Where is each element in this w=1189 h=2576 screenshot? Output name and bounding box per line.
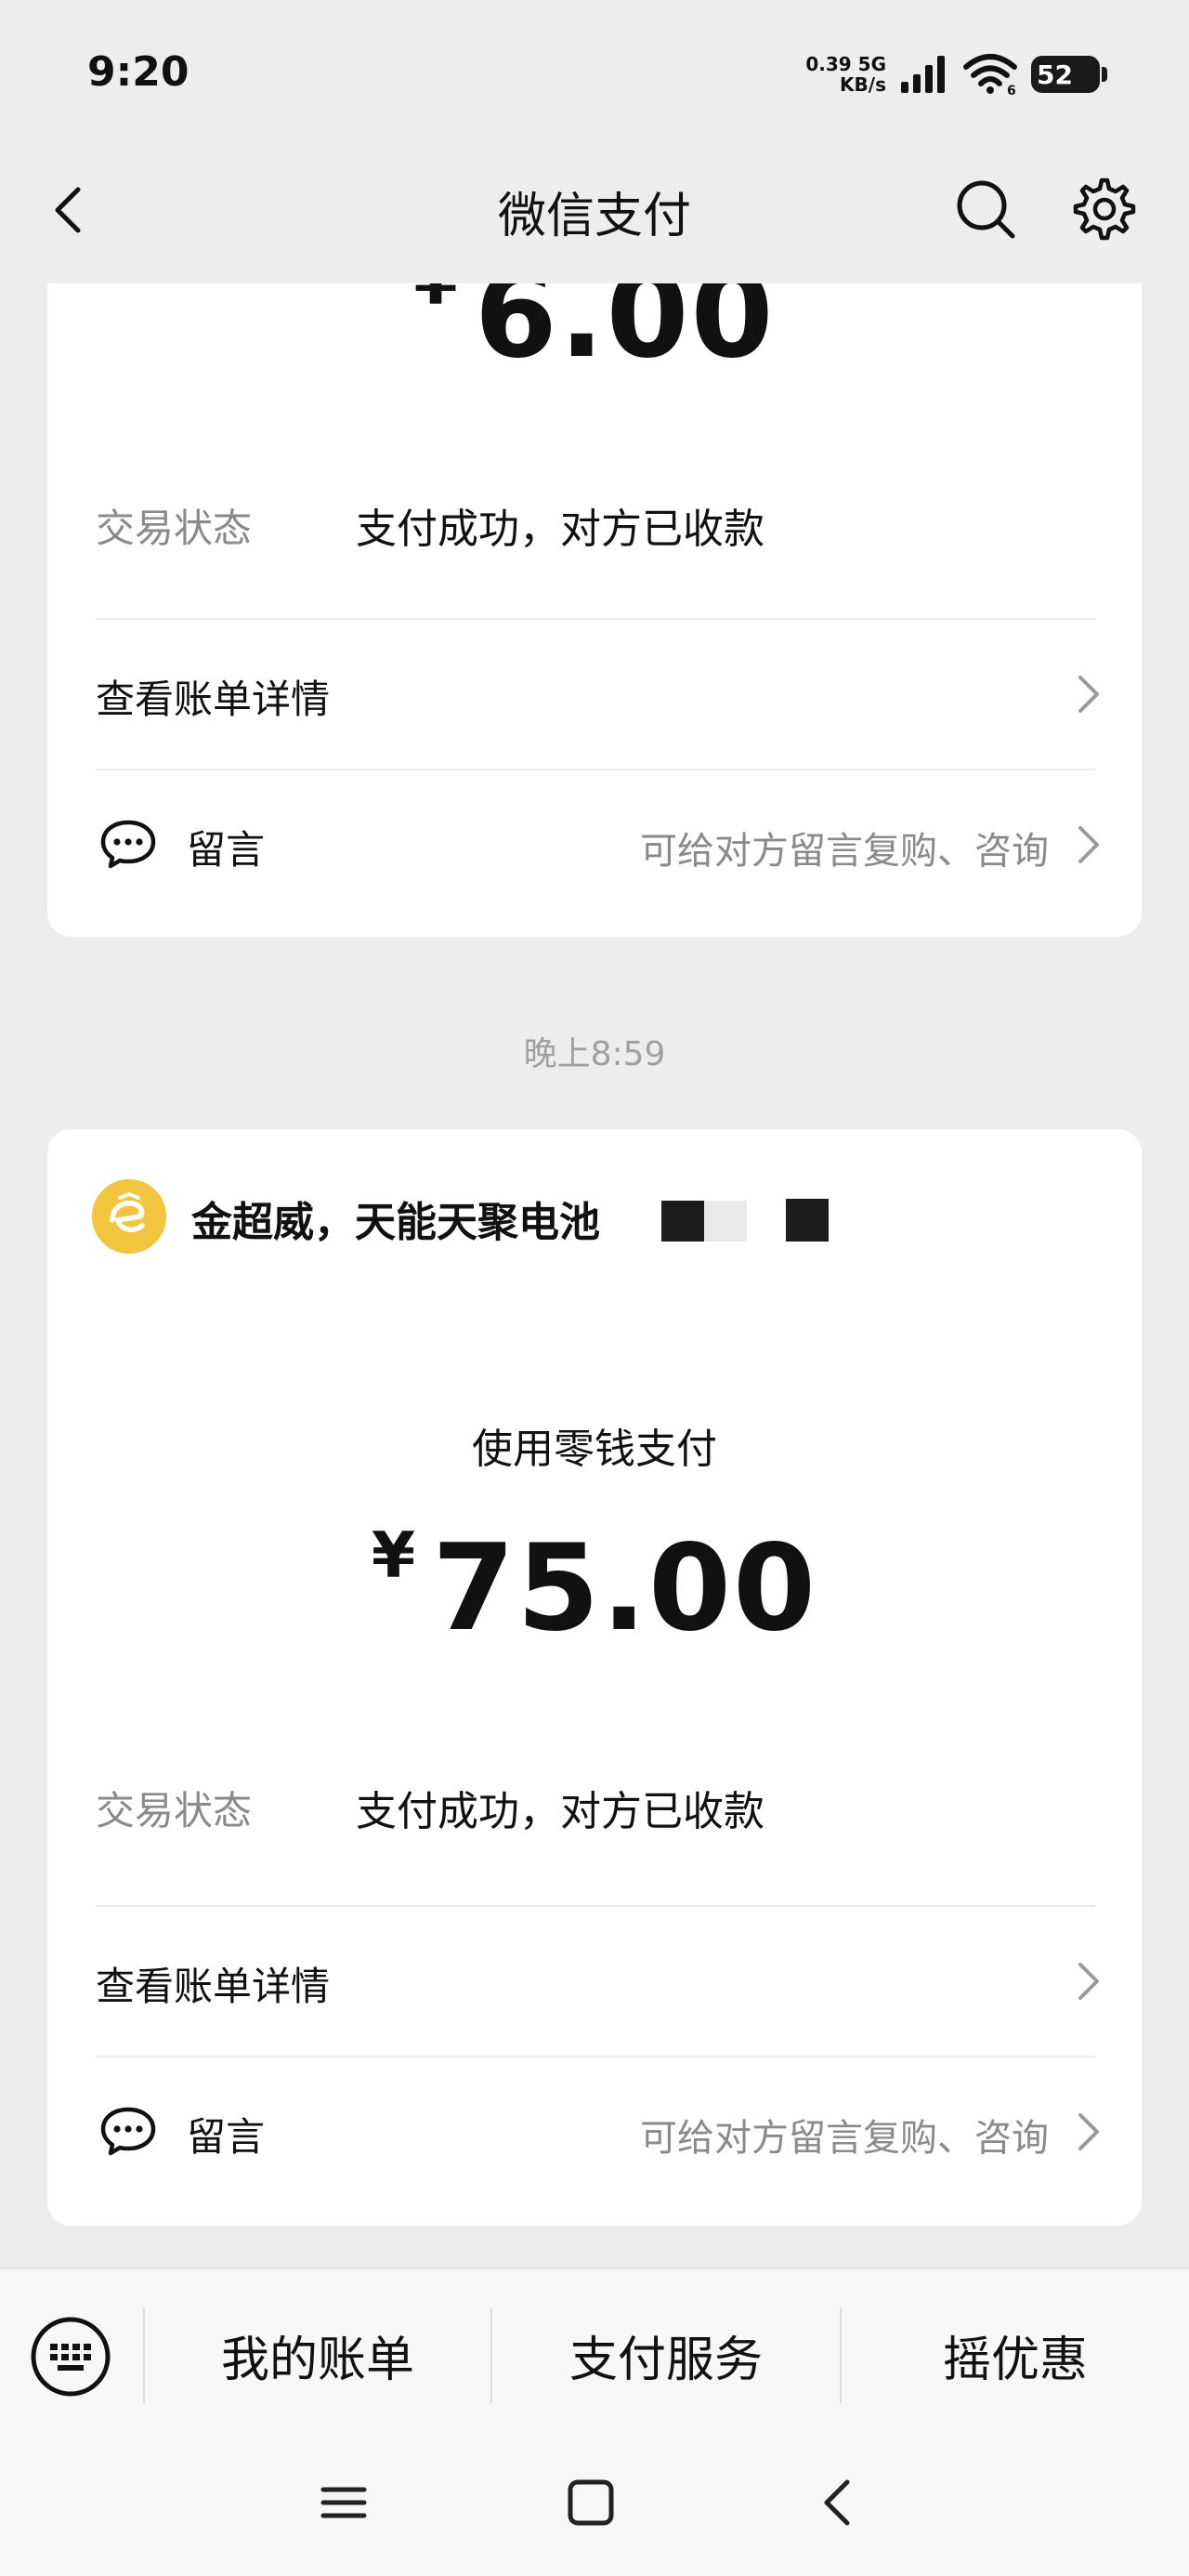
message-row[interactable]: 留言 可给对方留言复购、咨询: [47, 770, 1142, 919]
message-row[interactable]: 留言 可给对方留言复购、咨询: [47, 2057, 1142, 2206]
bill-detail-label: 查看账单详情: [96, 677, 331, 722]
status-time: 9:20: [87, 48, 189, 96]
keyboard-icon[interactable]: [30, 2316, 111, 2398]
status-label: 交易状态: [96, 506, 253, 551]
bill-detail-label: 查看账单详情: [96, 1964, 331, 2009]
amount-value: 75.00: [432, 1519, 818, 1658]
back-nav-icon[interactable]: [810, 2475, 866, 2530]
nav-bar: 微信支付: [0, 149, 1189, 279]
wifi-label: 6: [1007, 84, 1016, 95]
merchant-logo-icon[interactable]: [92, 1179, 166, 1254]
status-value: 支付成功，对方已收款: [356, 1788, 764, 1835]
message-hint: 可给对方留言复购、咨询: [640, 2117, 1049, 2160]
amount-value: 6.00: [474, 283, 776, 385]
wechat-pay-screen: 9:20 0.39 5G KB/s 6 52 微信支付 6.00 交易状态 支付…: [0, 0, 1189, 2576]
status-icons: 0.39 5G KB/s 6 52: [805, 48, 1107, 100]
search-icon[interactable]: [953, 177, 1018, 242]
redaction-block: [704, 1201, 747, 1242]
status-label: 交易状态: [96, 1788, 253, 1833]
payment-card: 金超威，天能天聚电池 使用零钱支付 ¥75.00 交易状态 支付成功，对方已收款…: [47, 1129, 1142, 2226]
network-speed: 0.39 5G KB/s: [805, 53, 886, 96]
menu-pay-service[interactable]: 支付服务: [492, 2320, 840, 2390]
gear-icon[interactable]: [1070, 175, 1139, 243]
time-separator: 晚上8:59: [523, 1035, 666, 1073]
menu-icon[interactable]: [316, 2475, 372, 2530]
system-nav-bar: [0, 2430, 1189, 2576]
chevron-right-icon: [1078, 676, 1099, 713]
message-hint: 可给对方留言复购、咨询: [640, 830, 1049, 873]
pay-method: 使用零钱支付: [472, 1426, 717, 1473]
redaction-block: [661, 1201, 704, 1242]
currency-symbol: ¥: [413, 283, 457, 320]
bill-detail-row[interactable]: 查看账单详情: [47, 1907, 1142, 2056]
currency-symbol: ¥: [371, 1519, 416, 1593]
chat-scroll-area[interactable]: ¥6.00 交易状态 支付成功，对方已收款 查看账单详情 留言 可给对方留言复购…: [0, 283, 1189, 2267]
redaction-block: [786, 1199, 829, 1242]
message-label: 留言: [187, 2114, 266, 2160]
bill-detail-row[interactable]: 查看账单详情: [47, 620, 1142, 769]
battery-icon: 52: [1031, 56, 1107, 93]
payment-amount: ¥6.00: [47, 283, 1142, 385]
menu-shake-deals[interactable]: 摇优惠: [842, 2320, 1189, 2390]
chevron-right-icon: [1078, 826, 1099, 863]
bottom-menu: 我的账单 支付服务 摇优惠: [0, 2267, 1189, 2430]
merchant-name[interactable]: 金超威，天能天聚电池: [191, 1189, 600, 1248]
signal-icon: [901, 56, 945, 93]
home-icon[interactable]: [563, 2475, 619, 2530]
menu-my-bills[interactable]: 我的账单: [145, 2320, 490, 2390]
status-value: 支付成功，对方已收款: [356, 506, 764, 553]
battery-level: 52: [1037, 59, 1073, 90]
message-label: 留言: [187, 827, 266, 873]
payment-card: ¥6.00 交易状态 支付成功，对方已收款 查看账单详情 留言 可给对方留言复购…: [47, 283, 1142, 937]
chat-bubble-icon: [100, 2107, 156, 2156]
payment-amount: ¥75.00: [47, 1519, 1142, 1658]
status-bar: 9:20 0.39 5G KB/s 6 52: [0, 0, 1189, 149]
chat-bubble-icon: [100, 820, 156, 869]
chevron-right-icon: [1078, 1963, 1099, 2000]
chevron-right-icon: [1078, 2113, 1099, 2150]
wifi-icon: 6: [963, 54, 1017, 95]
